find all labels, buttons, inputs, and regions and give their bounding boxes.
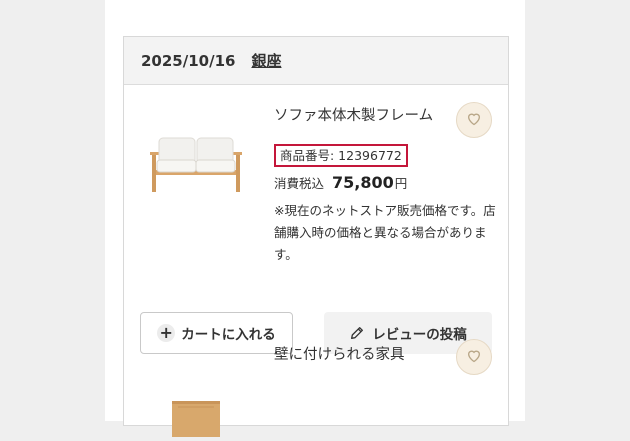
product-number: 商品番号: 12396772 — [274, 144, 408, 167]
product-name[interactable]: ソファ本体木製フレーム — [274, 104, 444, 128]
purchase-history-card: 2025/10/16 銀座 ソファ本体木製フレーム 商品番号: 12396772… — [123, 36, 509, 441]
product-info: ソファ本体木製フレーム 商品番号: 12396772 消費税込 75,800 円… — [274, 104, 496, 266]
currency: 円 — [394, 176, 408, 191]
purchase-date: 2025/10/16 — [141, 51, 236, 70]
heart-icon — [466, 111, 482, 130]
price-row: 消費税込 75,800 円 — [274, 173, 444, 192]
price-note: ※現在のネットストア販売価格です。店舗購入時の価格と異なる場合があります。 — [274, 203, 496, 262]
add-to-cart-button[interactable]: + カートに入れる — [140, 312, 293, 354]
price: 75,800 — [332, 173, 394, 192]
product-name[interactable]: 壁に付けられる家具 — [274, 343, 444, 367]
card-header: 2025/10/16 銀座 — [124, 37, 508, 85]
plus-icon: + — [157, 324, 176, 342]
main-content: 2025/10/16 銀座 ソファ本体木製フレーム 商品番号: 12396772… — [105, 0, 525, 441]
sofa-image[interactable] — [148, 134, 248, 198]
write-review-label: レビューの投稿 — [372, 327, 467, 343]
add-to-cart-label: カートに入れる — [181, 327, 276, 343]
product-info: 壁に付けられる家具 — [274, 343, 444, 367]
store-link[interactable]: 銀座 — [251, 50, 281, 71]
tax-label: 消費税込 — [274, 176, 325, 191]
pencil-icon — [349, 325, 365, 341]
favorite-button[interactable] — [456, 102, 492, 138]
wall-furniture-image[interactable] — [148, 397, 248, 441]
heart-icon — [466, 348, 482, 367]
favorite-button[interactable] — [456, 339, 492, 375]
